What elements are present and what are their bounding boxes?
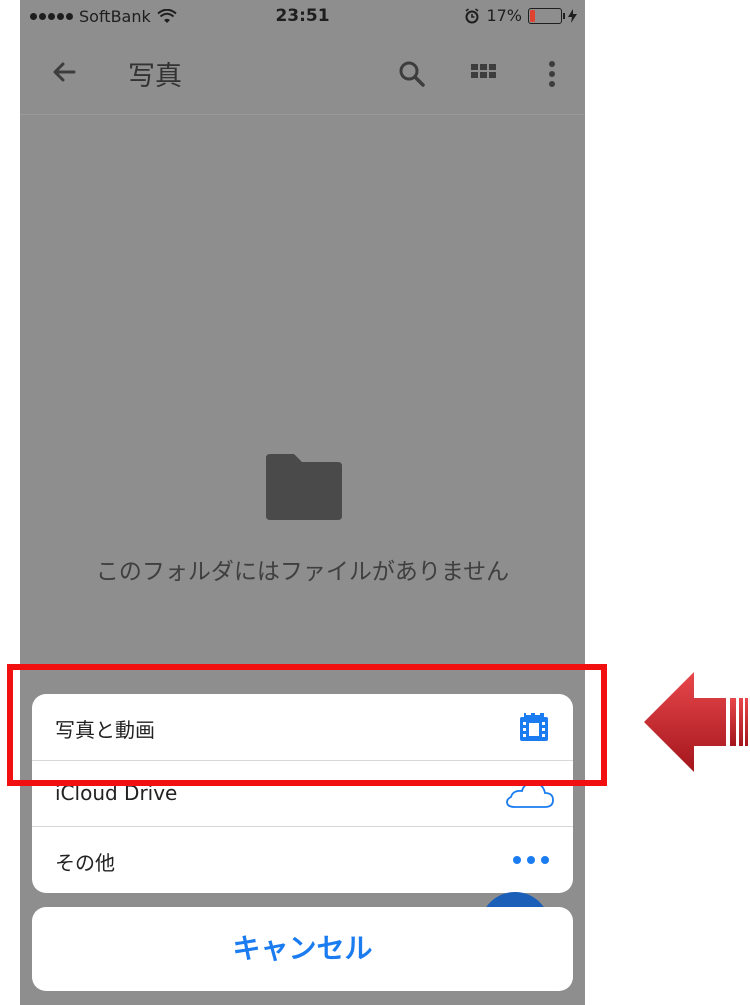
alarm-icon (465, 7, 479, 23)
search-icon[interactable] (396, 58, 428, 90)
app-bar-divider (20, 114, 585, 115)
page-title: 写真 (128, 61, 182, 92)
status-right: 17% (464, 6, 577, 25)
action-label: その他 (55, 851, 115, 875)
action-other[interactable]: その他 (32, 827, 573, 893)
folder-icon (266, 454, 342, 520)
more-vertical-icon[interactable] (542, 58, 562, 90)
phone-screen: SoftBank 23:51 17% 写真 このフォルダにはファイルがありません… (20, 0, 585, 1005)
back-arrow-icon[interactable] (48, 56, 80, 88)
highlight-box (7, 664, 607, 786)
status-bar: SoftBank 23:51 17% (20, 0, 585, 34)
pointer-arrow-icon (644, 672, 748, 772)
ellipsis-icon (513, 856, 549, 864)
empty-folder-message: このフォルダにはファイルがありません (95, 559, 510, 585)
cancel-button[interactable]: キャンセル (32, 907, 573, 991)
battery-icon (528, 7, 565, 24)
charging-bolt-icon (568, 8, 577, 23)
battery-percent: 17% (486, 6, 522, 25)
grid-view-icon[interactable] (470, 60, 498, 88)
app-bar: 写真 (20, 34, 585, 114)
